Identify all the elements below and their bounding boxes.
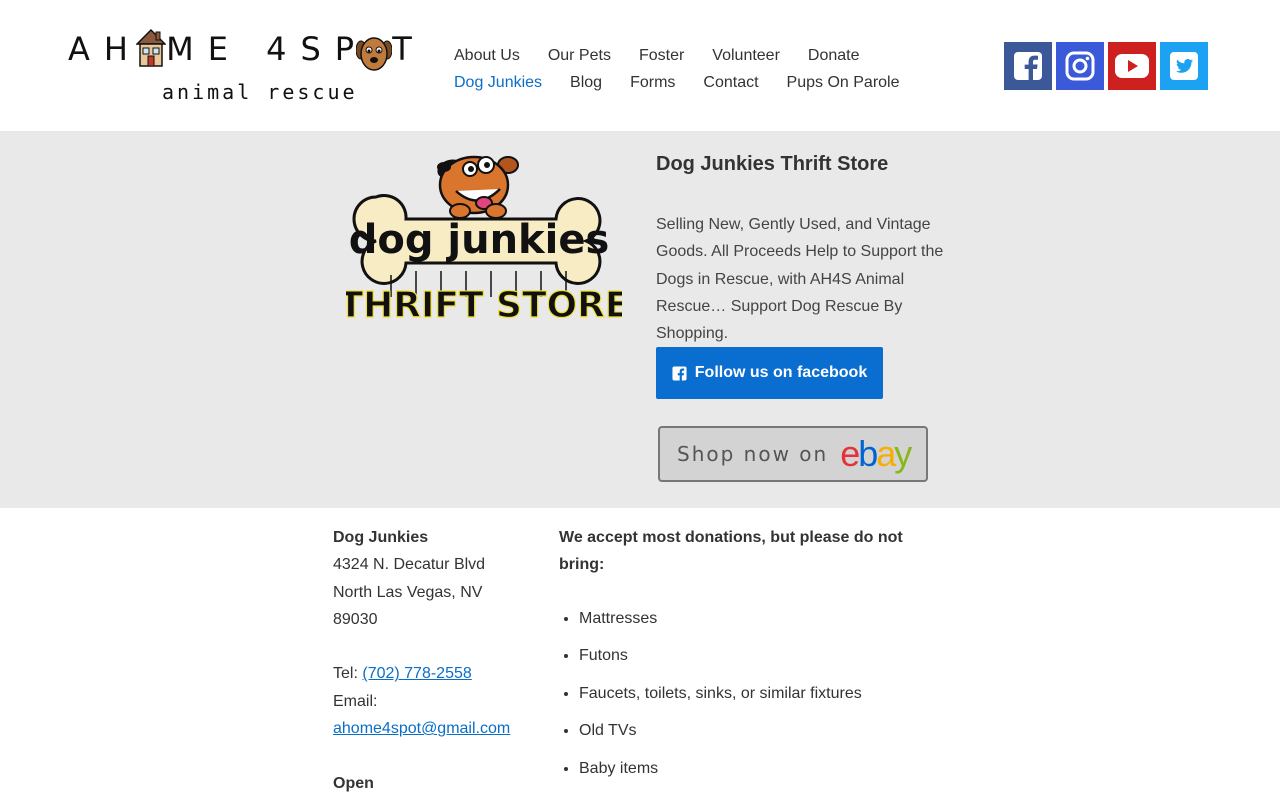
facebook-icon	[1014, 52, 1042, 80]
follow-facebook-label: Follow us on facebook	[694, 364, 868, 381]
nav-pups-on-parole[interactable]: Pups On Parole	[787, 74, 900, 92]
phone-row: Tel: (702) 778-2558	[333, 660, 533, 687]
nav-forms[interactable]: Forms	[630, 74, 675, 92]
shop-on-ebay-button[interactable]: Shop now on ebay	[658, 426, 928, 482]
hours-label: Open	[333, 774, 374, 792]
hero-section: dog junkies THRIFT STORE Dog Junkies Thr…	[0, 131, 1280, 508]
list-item: Baby items	[579, 759, 939, 779]
street-address: 4324 N. Decatur Blvd	[333, 556, 486, 574]
city-state: North Las Vegas, NV	[333, 583, 483, 601]
dj-logo-bottom-text: THRIFT STORE	[346, 285, 622, 325]
ebay-logo: ebay	[840, 433, 912, 474]
main-nav: About Us Our Pets Foster Volunteer Donat…	[454, 42, 924, 96]
site-logo[interactable]: AH ME 4SP T animal rescue	[68, 26, 424, 106]
youtube-link[interactable]	[1108, 42, 1156, 90]
twitter-icon	[1170, 52, 1198, 80]
logo-subtitle: animal rescue	[162, 80, 358, 104]
nav-blog[interactable]: Blog	[570, 74, 602, 92]
list-item: Mattresses	[579, 609, 939, 629]
donations-block: We accept most donations, but please do …	[559, 524, 939, 796]
list-item: Old TVs	[579, 721, 939, 741]
info-section: Dog Junkies 4324 N. Decatur Blvd North L…	[0, 508, 1280, 800]
store-name: Dog Junkies	[333, 529, 429, 546]
phone-link[interactable]: (702) 778-2558	[362, 665, 471, 682]
email-label: Email:	[333, 692, 378, 710]
nav-our-pets[interactable]: Our Pets	[548, 47, 611, 65]
phone-label: Tel:	[333, 665, 358, 683]
list-item: Futons	[579, 646, 939, 666]
nav-contact[interactable]: Contact	[703, 74, 758, 92]
twitter-link[interactable]	[1160, 42, 1208, 90]
house-icon	[136, 28, 166, 67]
nav-row-1: About Us Our Pets Foster Volunteer Donat…	[454, 42, 924, 69]
instagram-link[interactable]	[1056, 42, 1104, 90]
store-description: Selling New, Gently Used, and Vintage Go…	[656, 216, 944, 343]
dog-junkies-logo: dog junkies THRIFT STORE	[346, 155, 622, 325]
list-item: Faucets, toilets, sinks, or similar fixt…	[579, 684, 939, 704]
facebook-link[interactable]	[1004, 42, 1052, 90]
donations-heading: We accept most donations, but please do …	[559, 529, 903, 574]
store-title: Dog Junkies Thrift Store	[656, 153, 889, 175]
nav-volunteer[interactable]: Volunteer	[712, 47, 780, 65]
zip-code: 89030	[333, 610, 378, 628]
email-link[interactable]: ahome4spot@gmail.com	[333, 720, 510, 737]
nav-dog-junkies[interactable]: Dog Junkies	[454, 74, 542, 92]
address-block: Dog Junkies 4324 N. Decatur Blvd North L…	[333, 524, 533, 797]
ebay-shop-text: Shop now on	[677, 442, 829, 466]
dog-face-icon	[356, 37, 392, 71]
donation-exclusions-list: Mattresses Futons Faucets, toilets, sink…	[559, 609, 939, 779]
social-links	[1004, 42, 1212, 90]
site-header: AH ME 4SP T animal rescue About Us Our P…	[0, 0, 1280, 131]
nav-about-us[interactable]: About Us	[454, 47, 520, 65]
follow-facebook-button[interactable]: Follow us on facebook	[656, 347, 883, 399]
youtube-icon	[1115, 54, 1149, 78]
dj-logo-top-text: dog junkies	[349, 217, 610, 263]
instagram-icon	[1065, 51, 1095, 81]
nav-donate[interactable]: Donate	[808, 47, 860, 65]
nav-foster[interactable]: Foster	[639, 47, 684, 65]
facebook-square-icon	[672, 365, 687, 381]
nav-row-2: Dog Junkies Blog Forms Contact Pups On P…	[454, 69, 924, 96]
